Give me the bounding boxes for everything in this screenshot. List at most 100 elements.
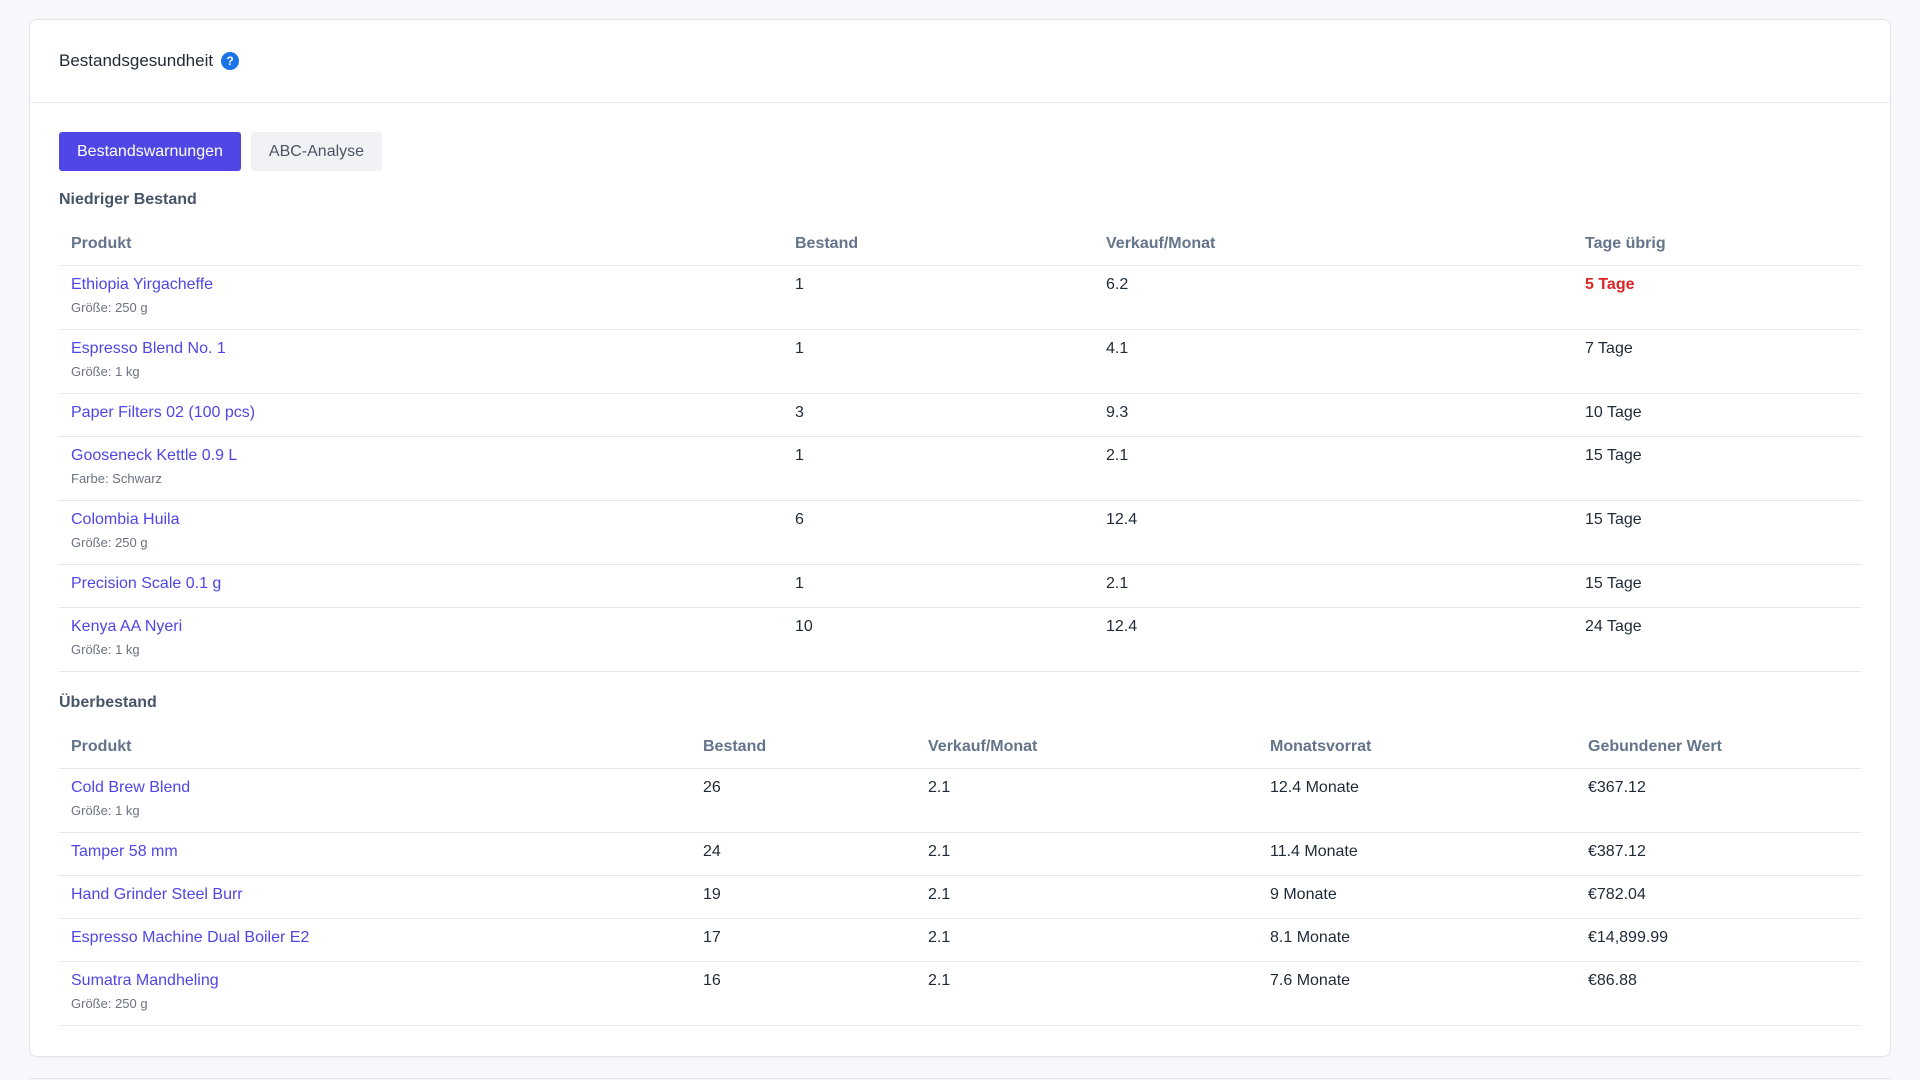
product-cell: Precision Scale 0.1 g [59,564,783,608]
product-cell: Gooseneck Kettle 0.9 L Farbe: Schwarz [59,436,783,501]
sales-cell: 6.2 [1094,265,1573,330]
stock-cell: 19 [691,875,916,919]
tied-value-cell: €782.04 [1576,875,1861,919]
stock-cell: 1 [783,436,1094,501]
product-variant: Größe: 250 g [71,300,148,315]
low-stock-rows: Ethiopia Yirgacheffe Größe: 250 g 1 6.2 5 Ta… [59,265,1861,672]
product-cell: Espresso Blend No. 1 Größe: 1 kg [59,329,783,394]
tied-value-cell: €14,899.99 [1576,918,1861,962]
table-row: Espresso Blend No. 1 Größe: 1 kg 1 4.1 7 Tag… [59,329,1861,394]
table-row: Colombia Huila Größe: 250 g 6 12.4 15 Tage [59,500,1861,565]
product-link[interactable]: Hand Grinder Steel Burr [71,886,679,904]
months-supply-cell: 7.6 Monate [1258,961,1576,1026]
product-link[interactable]: Colombia Huila [71,511,771,529]
table-row: Sumatra Mandheling Größe: 250 g 16 2.1 7.6 M… [59,961,1861,1026]
months-supply-cell: 11.4 Monate [1258,832,1576,876]
sales-cell: 2.1 [916,832,1258,876]
product-link[interactable]: Sumatra Mandheling [71,972,679,990]
product-cell: Espresso Machine Dual Boiler E2 [59,918,691,962]
column-header-sales-per-month: Verkauf/Monat [1094,223,1573,266]
sales-cell: 2.1 [916,918,1258,962]
days-left-cell: 7 Tage [1573,329,1861,394]
product-link[interactable]: Gooseneck Kettle 0.9 L [71,447,771,465]
sales-cell: 2.1 [916,961,1258,1026]
product-link[interactable]: Cold Brew Blend [71,779,679,797]
card-body: Bestandswarnungen ABC-Analyse Niedriger … [30,103,1890,1026]
product-link[interactable]: Kenya AA Nyeri [71,618,771,636]
sales-cell: 12.4 [1094,500,1573,565]
column-header-sales-per-month: Verkauf/Monat [916,726,1258,769]
stock-cell: 3 [783,393,1094,437]
table-row: Espresso Machine Dual Boiler E2 17 2.1 8.1 … [59,918,1861,962]
sales-cell: 2.1 [916,875,1258,919]
product-link[interactable]: Ethiopia Yirgacheffe [71,276,771,294]
product-variant: Größe: 250 g [71,535,148,550]
column-header-tied-value: Gebundener Wert [1576,726,1861,769]
table-header-row: Produkt Bestand Verkauf/Monat Tage übrig [59,223,1861,266]
stock-cell: 24 [691,832,916,876]
months-supply-cell: 8.1 Monate [1258,918,1576,962]
tab-abc-analysis[interactable]: ABC-Analyse [250,132,383,171]
product-link[interactable]: Espresso Blend No. 1 [71,340,771,358]
product-variant: Größe: 1 kg [71,803,140,818]
product-cell: Ethiopia Yirgacheffe Größe: 250 g [59,265,783,330]
table-row: Precision Scale 0.1 g 1 2.1 15 Tage [59,564,1861,608]
table-row: Paper Filters 02 (100 pcs) 3 9.3 10 Tage [59,393,1861,437]
sales-cell: 2.1 [916,768,1258,833]
product-variant: Größe: 1 kg [71,642,140,657]
table-header-row: Produkt Bestand Verkauf/Monat Monatsvorr… [59,726,1861,769]
column-header-stock: Bestand [783,223,1094,266]
sales-cell: 9.3 [1094,393,1573,437]
product-variant: Größe: 1 kg [71,364,140,379]
column-header-product: Produkt [59,223,783,266]
stock-cell: 26 [691,768,916,833]
product-cell: Colombia Huila Größe: 250 g [59,500,783,565]
help-icon[interactable]: ? [221,52,240,70]
product-cell: Sumatra Mandheling Größe: 250 g [59,961,691,1026]
sales-cell: 4.1 [1094,329,1573,394]
stock-cell: 16 [691,961,916,1026]
card-header: Bestandsgesundheit ? [30,20,1890,103]
tab-stock-warnings[interactable]: Bestandswarnungen [59,132,241,171]
product-cell: Hand Grinder Steel Burr [59,875,691,919]
product-link[interactable]: Paper Filters 02 (100 pcs) [71,404,771,422]
column-header-days-left: Tage übrig [1573,223,1861,266]
stock-cell: 17 [691,918,916,962]
stock-cell: 6 [783,500,1094,565]
column-header-months-supply: Monatsvorrat [1258,726,1576,769]
table-row: Gooseneck Kettle 0.9 L Farbe: Schwarz 1 2.1… [59,436,1861,501]
product-cell: Tamper 58 mm [59,832,691,876]
product-cell: Kenya AA Nyeri Größe: 1 kg [59,607,783,672]
stock-cell: 1 [783,265,1094,330]
inventory-health-card: Bestandsgesundheit ? Bestandswarnungen A… [29,19,1891,1057]
low-stock-table: Produkt Bestand Verkauf/Monat Tage übrig… [59,223,1861,672]
product-link[interactable]: Precision Scale 0.1 g [71,575,771,593]
tied-value-cell: €387.12 [1576,832,1861,876]
months-supply-cell: 12.4 Monate [1258,768,1576,833]
overstock-title: Überbestand [59,694,157,711]
days-left-cell: 10 Tage [1573,393,1861,437]
overstock-rows: Cold Brew Blend Größe: 1 kg 26 2.1 12.4 Mona… [59,768,1861,1026]
product-cell: Paper Filters 02 (100 pcs) [59,393,783,437]
sales-cell: 12.4 [1094,607,1573,672]
column-header-stock: Bestand [691,726,916,769]
months-supply-cell: 9 Monate [1258,875,1576,919]
stock-cell: 10 [783,607,1094,672]
page-title: Bestandsgesundheit [59,51,214,70]
stock-cell: 1 [783,564,1094,608]
product-link[interactable]: Tamper 58 mm [71,843,679,861]
product-link[interactable]: Espresso Machine Dual Boiler E2 [71,929,679,947]
low-stock-title: Niedriger Bestand [59,191,197,208]
days-left-cell: 15 Tage [1573,436,1861,501]
tied-value-cell: €367.12 [1576,768,1861,833]
divider [29,1078,1891,1079]
overstock-table: Produkt Bestand Verkauf/Monat Monatsvorr… [59,726,1861,1026]
table-row: Tamper 58 mm 24 2.1 11.4 Monate €387.12 [59,832,1861,876]
sales-cell: 2.1 [1094,564,1573,608]
column-header-product: Produkt [59,726,691,769]
product-variant: Größe: 250 g [71,996,148,1011]
days-left-cell: 15 Tage [1573,564,1861,608]
table-row: Cold Brew Blend Größe: 1 kg 26 2.1 12.4 Mona… [59,768,1861,833]
table-row: Hand Grinder Steel Burr 19 2.1 9 Monate €782… [59,875,1861,919]
table-row: Kenya AA Nyeri Größe: 1 kg 10 12.4 24 Tage [59,607,1861,672]
